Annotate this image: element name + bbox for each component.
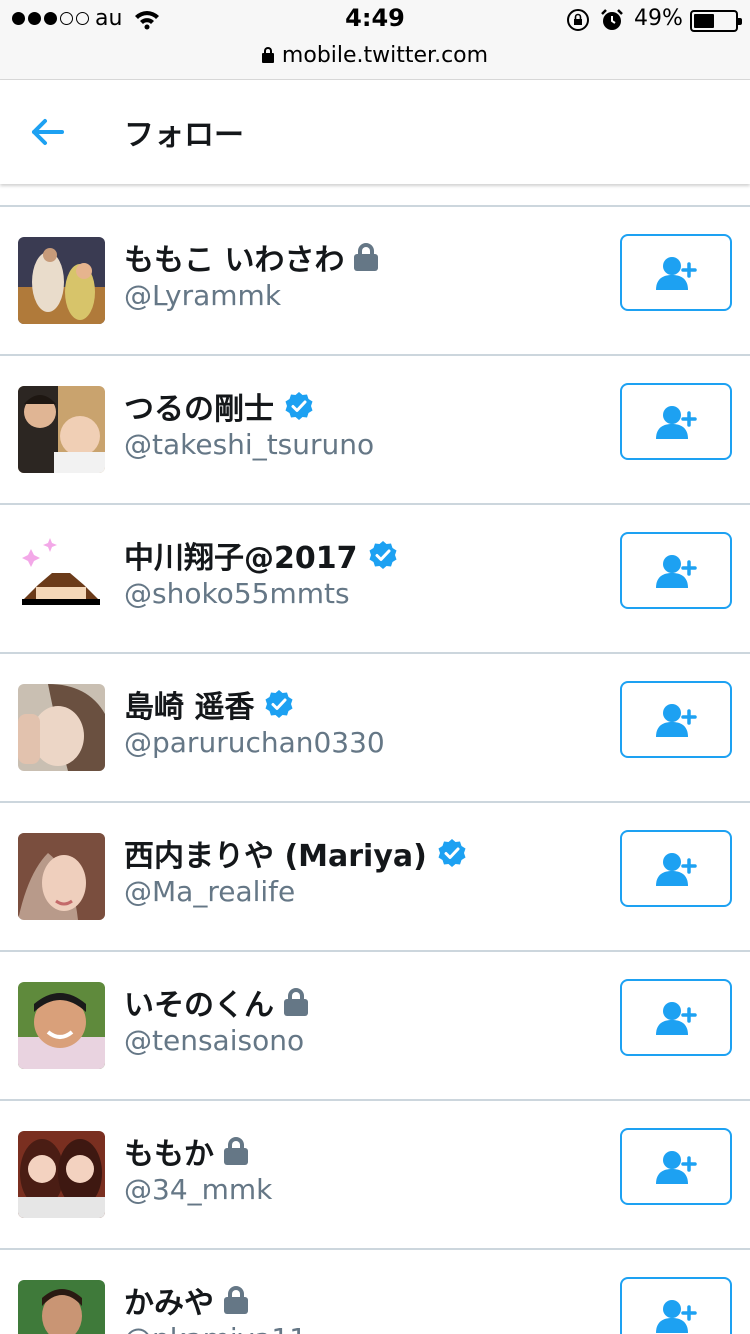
user-handle: @Ma_realife: [124, 875, 296, 908]
follow-button[interactable]: [620, 532, 732, 609]
url-text: mobile.twitter.com: [281, 42, 489, 68]
avatar[interactable]: [18, 535, 105, 622]
follow-button[interactable]: [620, 979, 732, 1056]
verified-badge-icon: [369, 541, 396, 569]
avatar[interactable]: [18, 1280, 105, 1334]
follow-button[interactable]: [620, 830, 732, 907]
user-name: 島崎 遥香: [124, 690, 255, 725]
follow-button[interactable]: [620, 383, 732, 460]
add-user-icon: [656, 1150, 697, 1184]
app-header: フォロー: [0, 80, 750, 184]
user-name: 中川翔子@2017: [124, 541, 358, 576]
avatar[interactable]: [18, 386, 105, 473]
rotation-lock-icon: [567, 9, 589, 31]
secure-lock-icon: [261, 47, 274, 63]
add-user-icon: [656, 1299, 697, 1333]
follow-button[interactable]: [620, 681, 732, 758]
verified-badge-icon: [438, 839, 466, 867]
user-handle: @paruruchan0330: [124, 726, 385, 759]
user-name-line: かみや: [124, 1280, 248, 1321]
following-list: ももこ いわさわ @Lyrammk つるの剛士 @takeshi_tsuruno…: [0, 205, 750, 1334]
user-name-line: いそのくん: [124, 982, 308, 1023]
add-user-icon: [656, 554, 697, 588]
follow-button[interactable]: [620, 1128, 732, 1205]
add-user-icon: [656, 852, 697, 886]
user-name-line: ももこ いわさわ: [124, 237, 379, 278]
url-bar[interactable]: mobile.twitter.com: [0, 40, 750, 70]
user-handle: @tensaisono: [124, 1024, 305, 1057]
avatar[interactable]: [18, 684, 105, 771]
user-row[interactable]: 西内まりや (Mariya) @Ma_realife: [0, 803, 750, 952]
user-name: いそのくん: [124, 988, 274, 1023]
user-name: つるの剛士: [124, 392, 274, 427]
user-name-line: つるの剛士: [124, 386, 314, 427]
add-user-icon: [656, 256, 697, 290]
user-row[interactable]: かみや @nkamiya11: [0, 1250, 750, 1334]
lock-icon: [224, 1286, 248, 1314]
user-handle: @takeshi_tsuruno: [124, 428, 375, 461]
add-user-icon: [656, 405, 697, 439]
follow-button[interactable]: [620, 234, 732, 311]
battery-percent: 49%: [634, 6, 683, 31]
user-row[interactable]: ももか @34_mmk: [0, 1101, 750, 1250]
user-name-line: 西内まりや (Mariya): [124, 833, 467, 874]
lock-icon: [354, 243, 379, 271]
verified-badge-icon: [265, 690, 293, 718]
user-handle: @34_mmk: [124, 1173, 273, 1206]
user-handle: @nkamiya11: [124, 1322, 307, 1334]
back-arrow-icon[interactable]: [28, 114, 68, 150]
add-user-icon: [656, 703, 697, 737]
alarm-icon: [601, 9, 623, 30]
avatar[interactable]: [18, 982, 105, 1069]
follow-button[interactable]: [620, 1277, 732, 1334]
user-name: かみや: [124, 1286, 214, 1321]
avatar[interactable]: [18, 1131, 105, 1218]
user-name: ももこ いわさわ: [124, 243, 345, 278]
user-name-line: 島崎 遥香: [124, 684, 294, 725]
user-name-line: ももか: [124, 1131, 248, 1172]
battery-icon: [690, 10, 742, 32]
add-user-icon: [656, 1001, 697, 1035]
user-handle: @shoko55mmts: [124, 577, 350, 610]
user-row[interactable]: つるの剛士 @takeshi_tsuruno: [0, 356, 750, 505]
lock-icon: [284, 988, 308, 1016]
avatar[interactable]: [18, 833, 105, 920]
user-handle: @Lyrammk: [124, 279, 282, 312]
user-name: 西内まりや (Mariya): [124, 839, 427, 874]
status-bar: au 4:49 49% mobile.twitter.com: [0, 0, 750, 80]
user-row[interactable]: 島崎 遥香 @paruruchan0330: [0, 654, 750, 803]
verified-badge-icon: [285, 392, 313, 420]
user-row[interactable]: いそのくん @tensaisono: [0, 952, 750, 1101]
user-name: ももか: [124, 1137, 214, 1172]
lock-icon: [224, 1137, 248, 1165]
user-row[interactable]: ももこ いわさわ @Lyrammk: [0, 207, 750, 356]
user-row[interactable]: 中川翔子@2017 @shoko55mmts: [0, 505, 750, 654]
page-title: フォロー: [124, 118, 244, 153]
avatar[interactable]: [18, 237, 105, 324]
user-name-line: 中川翔子@2017: [124, 535, 398, 576]
